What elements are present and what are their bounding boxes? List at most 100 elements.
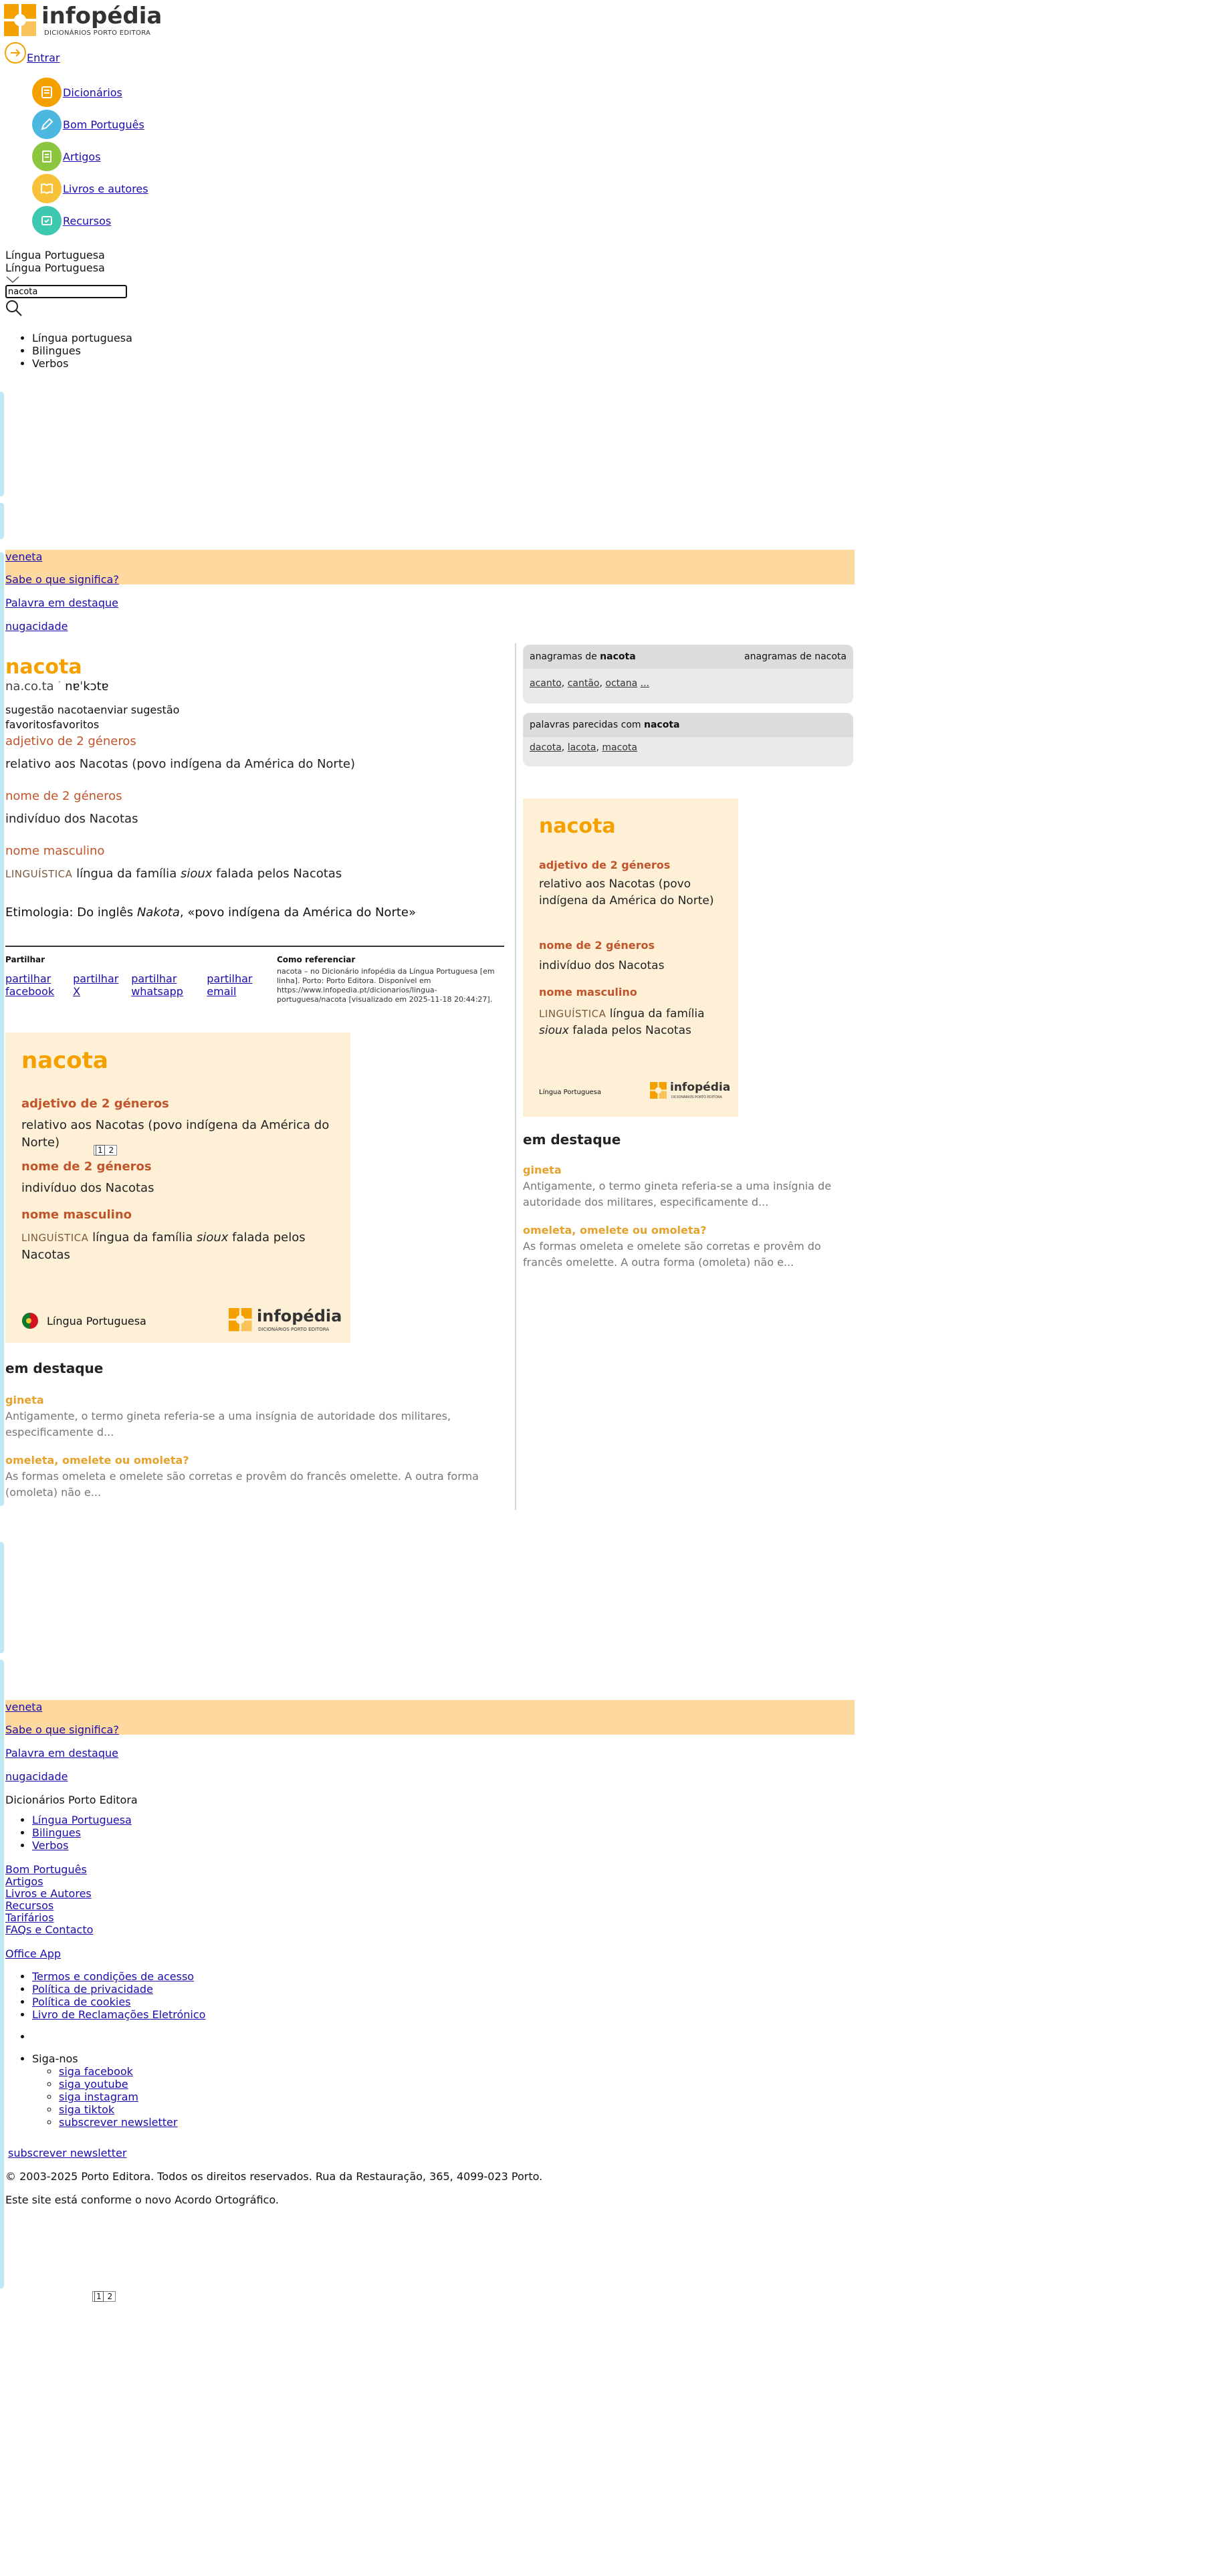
footer-pager[interactable]: 1 2 [92,2291,116,2302]
logo-mark-icon [229,1308,252,1331]
feature-question-link[interactable]: Sabe o que significa? [5,573,119,586]
speaker-icon[interactable]: ᐩ [58,679,61,689]
feature-word-link[interactable]: veneta [5,550,42,563]
highlight-label-link[interactable]: Palavra em destaque [5,597,118,609]
chevron-down-icon [6,276,19,284]
newsletter-button[interactable]: subscrever newsletter [8,2147,126,2159]
footer-link[interactable]: Livros e Autores [5,1887,92,1900]
sense-def: LINGUÍSTICA língua da família sioux fala… [5,867,342,881]
main-nav: Dicionários Bom Português Artigos Livros… [0,76,148,237]
card-def: indivíduo dos Nacotas [21,1181,154,1195]
share-facebook[interactable]: partilhar facebook [5,972,70,998]
nav-item-livros[interactable]: Livros e autores [32,173,148,205]
nav-label[interactable]: Livros e autores [63,183,148,195]
featured-item-title[interactable]: omeleta, omelete ou omoleta? [523,1224,707,1237]
suggestion-link[interactable]: sugestão nacotaenviar sugestão [5,704,179,716]
card-domain: LINGUÍSTICA [21,1232,89,1244]
featured-item-title[interactable]: gineta [5,1394,44,1406]
nav-label[interactable]: Bom Português [63,118,144,131]
etymology: Etimologia: Do inglês Nakota, «povo indí… [5,905,416,920]
card-pager[interactable]: 1 2 [94,1145,118,1156]
resources-icon [32,206,62,235]
favorites-label[interactable]: favoritos [52,718,99,731]
share-x[interactable]: partilhar X [73,972,128,998]
newsletter-link[interactable]: subscrever newsletter [59,2116,177,2129]
anagram-more-link[interactable]: ... [641,678,649,689]
social-instagram[interactable]: siga instagram [59,2090,138,2103]
sense-gram: adjetivo de 2 géneros [5,734,136,748]
card-def-text: falada pelos Nacotas [568,1024,691,1037]
search-option[interactable]: Verbos [32,357,132,370]
pager-item[interactable]: 1 [96,1145,105,1156]
nav-item-artigos[interactable]: Artigos [32,140,148,173]
legal-link[interactable]: Livro de Reclamações Eletrónico [32,2008,205,2021]
footer-section-title: Dicionários Porto Editora [5,1794,138,1806]
office-app-link[interactable]: Office App [5,1947,61,1960]
anagrams-title-word: nacota [600,651,636,662]
follow-label: Siga-nos [32,2052,78,2065]
pager-item[interactable]: 2 [106,2292,114,2301]
nav-item-recursos[interactable]: Recursos [32,205,148,237]
footer-link[interactable]: FAQs e Contacto [5,1923,93,1936]
card-def: indivíduo dos Nacotas [539,959,665,972]
feature-question-link[interactable]: Sabe o que significa? [5,1723,119,1736]
login-link[interactable]: Entrar [4,41,60,64]
similar-link[interactable]: dacota [530,742,562,753]
footer-link[interactable]: Bilingues [32,1826,81,1839]
social-facebook[interactable]: siga facebook [59,2065,133,2078]
similar-title-word: nacota [643,720,680,730]
pager-item[interactable]: 1 [94,2291,104,2302]
footer-link[interactable]: Tarifários [5,1911,54,1924]
share-whatsapp[interactable]: partilhar whatsapp [131,972,203,998]
footer-link[interactable]: Artigos [5,1875,43,1888]
legal-link[interactable]: Política de cookies [32,1996,131,2008]
anagrams-image-alt: anagramas de nacota [744,651,847,662]
highlight-word-link[interactable]: nugacidade [5,1770,68,1783]
similar-link[interactable]: lacota [568,742,596,753]
footer-link[interactable]: Língua Portuguesa [32,1814,132,1826]
nav-label[interactable]: Recursos [63,215,111,227]
footer-link[interactable]: Bom Português [5,1863,87,1876]
logo-tagline: DICIONÁRIOS PORTO EDITORA [44,29,151,37]
footer-link[interactable]: Verbos [32,1839,68,1852]
share-links: partilhar facebook partilhar X partilhar… [5,972,273,998]
similar-link[interactable]: macota [602,742,637,753]
anagram-link[interactable]: cantão [568,678,600,689]
feature-word-link[interactable]: veneta [5,1701,42,1713]
sense-def-em: sioux [180,867,213,881]
dictionary-select[interactable]: Língua Portuguesa Língua Portuguesa [5,249,105,287]
feature-band [5,550,855,584]
anagram-link[interactable]: acanto [530,678,562,689]
share-email[interactable]: partilhar email [207,972,268,998]
social-tiktok[interactable]: siga tiktok [59,2103,114,2116]
feature-band [5,1700,855,1735]
footer-links: Bom Português Artigos Livros e Autores R… [5,1864,93,1936]
legal-link[interactable]: Termos e condições de acesso [32,1970,194,1983]
search-option[interactable]: Bilingues [32,344,132,357]
featured-item-title[interactable]: gineta [523,1164,562,1176]
search-input[interactable] [5,285,127,298]
search-option[interactable]: Língua portuguesa [32,332,132,344]
site-logo[interactable]: infopédia DICIONÁRIOS PORTO EDITORA [4,3,162,39]
share-title: Partilhar [5,955,45,964]
nav-item-bom-portugues[interactable]: Bom Português [32,108,148,140]
favorites-link[interactable]: favoritosfavoritos [5,718,99,731]
footer-social: Siga-nos siga facebook siga youtube siga… [0,2030,177,2129]
featured-item-title[interactable]: omeleta, omelete ou omoleta? [5,1454,189,1467]
nav-label[interactable]: Dicionários [63,86,122,99]
footer-link[interactable]: Recursos [5,1899,53,1912]
login-label[interactable]: Entrar [27,51,60,64]
social-youtube[interactable]: siga youtube [59,2078,128,2090]
search-icon[interactable] [5,300,23,317]
pager-item[interactable]: 2 [107,1146,115,1155]
legal-link[interactable]: Política de privacidade [32,1983,153,1996]
highlight-word-link[interactable]: nugacidade [5,620,68,633]
card-gram: adjetivo de 2 géneros [539,859,671,871]
nav-item-dictionaries[interactable]: Dicionários [32,76,148,108]
highlight-label-link[interactable]: Palavra em destaque [5,1747,118,1759]
anagram-link[interactable]: octana [605,678,637,689]
nav-label[interactable]: Artigos [63,150,101,163]
sense-gram: nome masculino [5,844,105,858]
anagrams-list: acanto, cantão, octana ... [530,678,650,689]
suggestion-label[interactable]: enviar sugestão [94,704,179,716]
